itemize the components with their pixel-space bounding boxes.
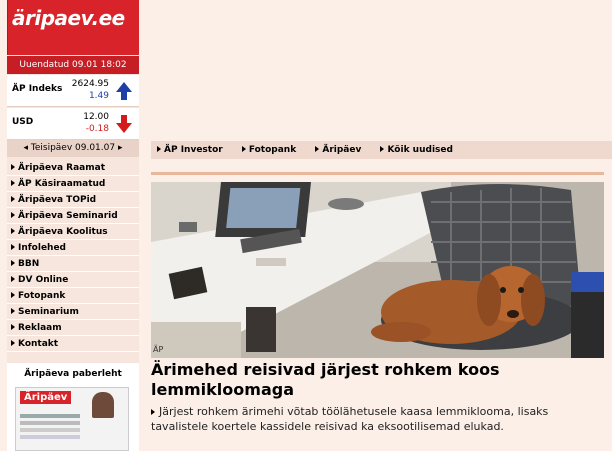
- bullet-arrow-icon: [11, 244, 15, 250]
- paper-edition-box[interactable]: Äripäeva paberleht Äripäev: [7, 363, 139, 451]
- site-logo-text: äripaev.ee: [12, 6, 125, 30]
- cover-photo: [92, 392, 114, 418]
- ticker-value: 2624.95: [71, 79, 109, 89]
- photo-credit: ÄP: [153, 345, 164, 354]
- bullet-arrow-icon: [315, 146, 320, 152]
- updated-timestamp: Uuendatud 09.01 18:02: [7, 56, 139, 74]
- date-selector[interactable]: ◂ Teisipäev 09.01.07 ▸: [7, 140, 139, 157]
- bullet-arrow-icon: [11, 292, 15, 298]
- section-divider: [151, 172, 604, 175]
- photo-dog-on-office-chair: [151, 182, 604, 358]
- bullet-arrow-icon: [11, 324, 15, 330]
- sidebar-item-reklaam[interactable]: Reklaam: [7, 320, 139, 336]
- nav-link-ap-investor[interactable]: ÄP Investor: [157, 145, 223, 155]
- paper-edition-title: Äripäeva paberleht: [24, 369, 122, 379]
- bullet-arrow-icon: [157, 146, 161, 152]
- sidebar-item-fotopank[interactable]: Fotopank: [7, 288, 139, 304]
- next-date-icon[interactable]: ▸: [118, 143, 123, 153]
- sidebar-item-kasiraamatud[interactable]: ÄP Käsiraamatud: [7, 176, 139, 192]
- prev-date-icon[interactable]: ◂: [23, 143, 28, 153]
- nav-link-koik-uudised[interactable]: Kõik uudised: [380, 145, 453, 155]
- sidebar-menu: Äripäeva Raamat ÄP Käsiraamatud Äripäeva…: [7, 160, 139, 352]
- bullet-arrow-icon: [11, 276, 15, 282]
- article-lead: Järjest rohkem ärimehi võtab töölähetuse…: [151, 404, 606, 434]
- nav-link-fotopank[interactable]: Fotopank: [241, 145, 296, 155]
- bullet-arrow-icon: [11, 164, 15, 170]
- ticker-change: 1.49: [88, 91, 109, 101]
- sidebar-item-infolehed[interactable]: Infolehed: [7, 240, 139, 256]
- ticker-name: ÄP Indeks: [12, 84, 63, 94]
- sidebar-item-seminarid[interactable]: Äripäeva Seminarid: [7, 208, 139, 224]
- arrow-up-icon: [116, 82, 132, 100]
- cover-text-lines: [20, 414, 80, 418]
- bullet-arrow-icon: [11, 308, 15, 314]
- sidebar-item-raamat[interactable]: Äripäeva Raamat: [7, 160, 139, 176]
- current-date: Teisipäev 09.01.07: [30, 143, 116, 153]
- bullet-arrow-icon: [380, 146, 385, 152]
- bullet-arrow-icon: [11, 196, 15, 202]
- site-logo[interactable]: äripaev.ee: [7, 0, 139, 55]
- ticker-usd[interactable]: USD 12.00 -0.18: [7, 108, 139, 140]
- sidebar-item-koolitus[interactable]: Äripäeva Koolitus: [7, 224, 139, 240]
- ticker-name: USD: [12, 117, 34, 127]
- sidebar-item-seminarium[interactable]: Seminarium: [7, 304, 139, 320]
- sidebar-item-kontakt[interactable]: Kontakt: [7, 336, 139, 352]
- bullet-arrow-icon: [151, 409, 155, 415]
- paper-logo: Äripäev: [20, 391, 72, 404]
- ticker-value: 12.00: [83, 112, 109, 122]
- nav-link-aripaev[interactable]: Äripäev: [315, 145, 361, 155]
- bullet-arrow-icon: [11, 228, 15, 234]
- article-photo[interactable]: [151, 182, 604, 358]
- sidebar-item-dv-online[interactable]: DV Online: [7, 272, 139, 288]
- sidebar-item-bbn[interactable]: BBN: [7, 256, 139, 272]
- bullet-arrow-icon: [11, 212, 15, 218]
- sidebar-item-topid[interactable]: Äripäeva TOPid: [7, 192, 139, 208]
- ticker-change: -0.18: [85, 124, 109, 134]
- article-headline[interactable]: Ärimehed reisivad järjest rohkem koos le…: [151, 360, 606, 400]
- bullet-arrow-icon: [11, 180, 15, 186]
- bullet-arrow-icon: [11, 260, 15, 266]
- arrow-down-icon: [116, 115, 132, 133]
- article-lead-text: Järjest rohkem ärimehi võtab töölähetuse…: [151, 405, 549, 433]
- ticker-ap-indeks[interactable]: ÄP Indeks 2624.95 1.49: [7, 75, 139, 107]
- top-nav: ÄP Investor Fotopank Äripäev Kõik uudise…: [151, 141, 612, 159]
- bullet-arrow-icon: [11, 340, 15, 346]
- paper-cover-image[interactable]: Äripäev: [15, 387, 129, 451]
- bullet-arrow-icon: [241, 146, 246, 152]
